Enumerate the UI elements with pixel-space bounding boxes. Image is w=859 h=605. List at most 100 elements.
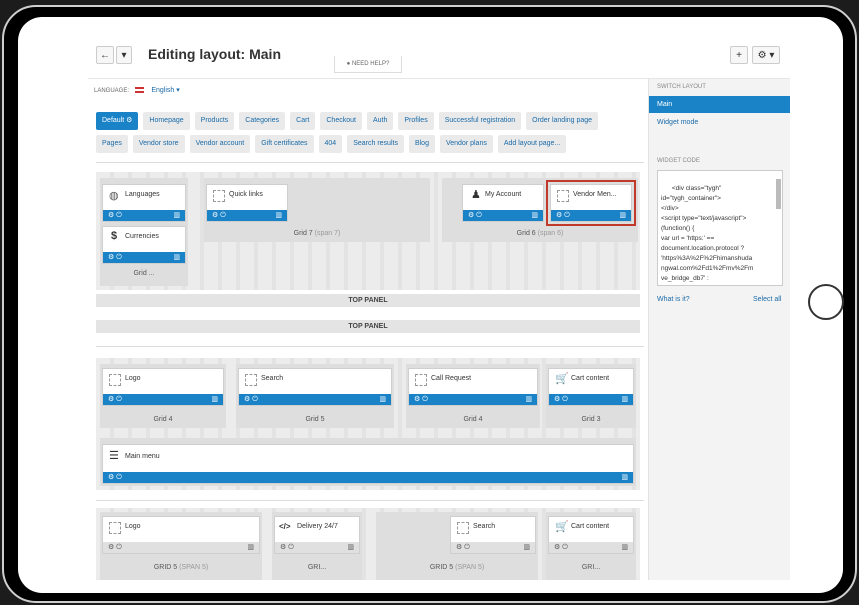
page-title: Editing layout: Main (148, 46, 281, 62)
trash-icon[interactable]: ▥ (173, 210, 180, 221)
sensor-dot (48, 319, 50, 321)
tab-homepage[interactable]: Homepage (143, 112, 190, 130)
grid-1-label: Grid ... (133, 270, 155, 277)
block-languages[interactable]: ◍ Languages ⚙ ⏻ ▥ (102, 184, 186, 222)
settings-icon[interactable]: ⚙ ⏻ (108, 472, 122, 483)
tab-successful-registration[interactable]: Successful registration (438, 112, 522, 130)
block-cart-content[interactable]: 🛒 Cart content ⚙ ⏻ ▥ (548, 368, 634, 406)
trash-icon[interactable]: ▥ (247, 542, 254, 553)
trash-icon[interactable]: ▥ (621, 394, 628, 405)
trash-icon[interactable]: ▥ (523, 542, 530, 553)
select-all-link[interactable]: Select all (753, 296, 781, 303)
help-icon: ● (346, 61, 351, 67)
block-placeholder-icon (109, 522, 121, 534)
cart-icon: 🛒 (555, 521, 569, 533)
sidebar-item-main[interactable]: Main (649, 96, 790, 113)
block-logo[interactable]: Logo ⚙ ⏻ ▥ (102, 368, 224, 406)
add-button[interactable]: + (730, 46, 748, 64)
scrollbar[interactable] (776, 179, 781, 209)
block-delivery[interactable]: </> Delivery 24/7 ⚙ ⏻ ▥ (274, 516, 360, 554)
block-title: Quick links (229, 191, 263, 198)
block-toolbar: ⚙ ⏻ ▥ (549, 542, 633, 553)
app-screen: LANGUAGE: English ▾ Default ⚙ Homepage P… (88, 38, 790, 580)
trash-icon[interactable]: ▥ (173, 252, 180, 263)
need-help-button[interactable]: ● NEED HELP? (334, 56, 402, 73)
settings-icon[interactable]: ⚙ ⏻ (414, 394, 428, 405)
tab-auth[interactable]: Auth (366, 112, 394, 130)
block-currencies[interactable]: $ Currencies ⚙ ⏻ ▥ (102, 226, 186, 264)
block-toolbar: ⚙ ⏻ ▥ (409, 394, 537, 405)
tab-add-layout-page[interactable]: Add layout page... (497, 135, 567, 153)
language-value[interactable]: English ▾ (151, 87, 179, 94)
switch-layout-label: SWITCH LAYOUT (657, 84, 706, 90)
trash-icon[interactable]: ▥ (531, 210, 538, 221)
grid-4a-label: Grid 4 (153, 416, 173, 423)
tab-products[interactable]: Products (194, 112, 235, 130)
language-selector[interactable]: LANGUAGE: English ▾ (94, 86, 180, 94)
block-placeholder-icon (213, 190, 225, 202)
tab-order-landing-page[interactable]: Order landing page (526, 112, 599, 130)
tab-404[interactable]: 404 (318, 135, 343, 153)
settings-icon[interactable]: ⚙ ⏻ (212, 210, 226, 221)
tab-vendor-store[interactable]: Vendor store (132, 135, 185, 153)
back-button[interactable]: ← (96, 46, 114, 64)
trash-icon[interactable]: ▥ (211, 394, 218, 405)
block-call-request[interactable]: Call Request ⚙ ⏻ ▥ (408, 368, 538, 406)
widget-code-textarea[interactable]: <div class="tygh" id="tygh_container"> <… (657, 170, 783, 286)
block-logo-2[interactable]: Logo ⚙ ⏻ ▥ (102, 516, 260, 554)
trash-icon[interactable]: ▥ (275, 210, 282, 221)
settings-icon[interactable]: ⚙ ⏻ (244, 394, 258, 405)
settings-icon[interactable]: ⚙ ⏻ (108, 210, 122, 221)
divider (96, 500, 644, 501)
block-search[interactable]: Search ⚙ ⏻ ▥ (238, 368, 392, 406)
trash-icon[interactable]: ▥ (347, 542, 354, 553)
settings-icon[interactable]: ⚙ ⏻ (108, 542, 122, 553)
block-title: My Account (485, 191, 522, 198)
top-panel-label-2: TOP PANEL (96, 320, 640, 333)
nav-menu-button[interactable]: ▾ (116, 46, 132, 64)
grid-name: Grid 6 (516, 230, 536, 237)
block-search-2[interactable]: Search ⚙ ⏻ ▥ (450, 516, 536, 554)
trash-icon[interactable]: ▥ (621, 542, 628, 553)
trash-icon[interactable]: ▥ (621, 472, 628, 483)
block-main-menu[interactable]: ☰ Main menu ⚙ ⏻ ▥ (102, 444, 634, 484)
home-button[interactable] (808, 284, 844, 320)
block-my-account[interactable]: ♟ My Account ⚙ ⏻ ▥ (462, 184, 544, 222)
settings-icon[interactable]: ⚙ ⏻ (108, 394, 122, 405)
tab-checkout[interactable]: Checkout (320, 112, 362, 130)
tab-blog[interactable]: Blog (408, 135, 435, 153)
gear-menu-button[interactable]: ⚙ ▾ (752, 46, 780, 64)
tab-default[interactable]: Default ⚙ (96, 112, 139, 130)
what-is-it-link[interactable]: What is it? (657, 296, 690, 303)
block-toolbar: ⚙ ⏻ ▥ (463, 210, 543, 221)
tab-cart[interactable]: Cart (290, 112, 316, 130)
user-icon: ♟ (471, 189, 481, 201)
settings-icon[interactable]: ⚙ ⏻ (456, 542, 470, 553)
trash-icon[interactable]: ▥ (379, 394, 386, 405)
grid-span: (SPAN 5) (179, 564, 209, 571)
settings-icon[interactable]: ⚙ ⏻ (554, 394, 568, 405)
block-toolbar: ⚙ ⏻ ▥ (103, 472, 633, 483)
tab-search-results[interactable]: Search results (347, 135, 404, 153)
settings-icon[interactable]: ⚙ ⏻ (108, 252, 122, 263)
block-cart-content-2[interactable]: 🛒 Cart content ⚙ ⏻ ▥ (548, 516, 634, 554)
sidebar-item-widget-mode[interactable]: Widget mode (649, 114, 790, 131)
block-quick-links[interactable]: Quick links ⚙ ⏻ ▥ (206, 184, 288, 222)
tab-categories[interactable]: Categories (239, 112, 286, 130)
block-toolbar: ⚙ ⏻ ▥ (275, 542, 359, 553)
settings-icon[interactable]: ⚙ ⏻ (468, 210, 482, 221)
layout-tabs-row-1: Default ⚙ Homepage Products Categories C… (96, 112, 603, 130)
block-toolbar: ⚙ ⏻ ▥ (207, 210, 287, 221)
block-toolbar: ⚙ ⏻ ▥ (103, 252, 185, 263)
trash-icon[interactable]: ▥ (525, 394, 532, 405)
tab-vendor-plans[interactable]: Vendor plans (439, 135, 493, 153)
block-title: Delivery 24/7 (297, 523, 338, 530)
tab-vendor-account[interactable]: Vendor account (189, 135, 251, 153)
settings-icon[interactable]: ⚙ ⏻ (554, 542, 568, 553)
settings-icon[interactable]: ⚙ ⏻ (280, 542, 294, 553)
tab-pages[interactable]: Pages (96, 135, 128, 153)
tab-gift-certificates[interactable]: Gift certificates (255, 135, 314, 153)
divider (96, 162, 644, 163)
tab-profiles[interactable]: Profiles (398, 112, 434, 130)
grid-span: (span 6) (537, 230, 564, 237)
